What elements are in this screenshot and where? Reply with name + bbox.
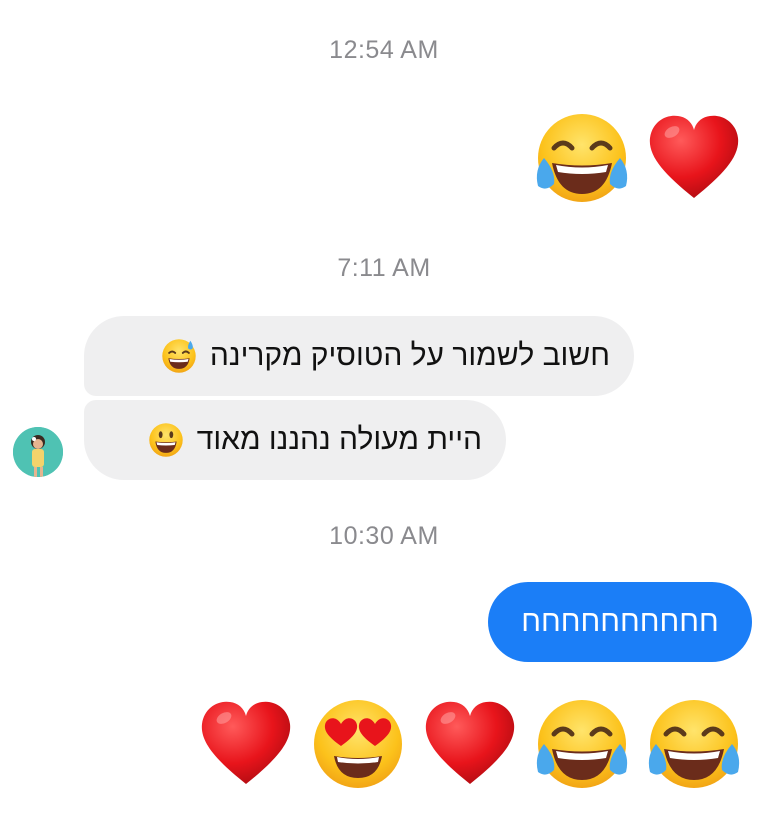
red-heart-icon [196,694,296,794]
timestamp-1: 12:54 AM [329,36,439,64]
red-heart-icon [420,694,520,794]
outgoing-emoji-message-1[interactable] [532,108,744,208]
incoming-message-bubble-1[interactable]: חשוב לשמור על הטוסיק מקרינה [84,316,634,396]
smiling-face-with-heart-eyes-icon [308,694,408,794]
grinning-face-with-big-eyes-icon [147,421,185,459]
avatar-photo-icon [13,427,63,477]
face-with-tears-of-joy-icon [532,108,632,208]
incoming-message-text-1: חשוב לשמור על הטוסיק מקרינה [209,339,610,372]
timestamp-2: 7:11 AM [337,254,431,282]
face-with-tears-of-joy-icon [532,694,632,794]
outgoing-message-text-1: חחחחחחחחחח [521,605,719,638]
incoming-message-bubble-2[interactable]: היית מעולה נהננו מאוד [84,400,506,480]
face-with-tears-of-joy-icon [644,694,744,794]
incoming-message-text-2: היית מעולה נהננו מאוד [196,423,482,456]
red-heart-icon [644,108,744,208]
timestamp-3: 10:30 AM [329,522,439,550]
grinning-face-with-sweat-icon [160,337,198,375]
outgoing-message-bubble-1[interactable]: חחחחחחחחחח [488,582,752,662]
outgoing-emoji-message-2[interactable] [196,694,744,794]
avatar[interactable] [13,427,63,477]
